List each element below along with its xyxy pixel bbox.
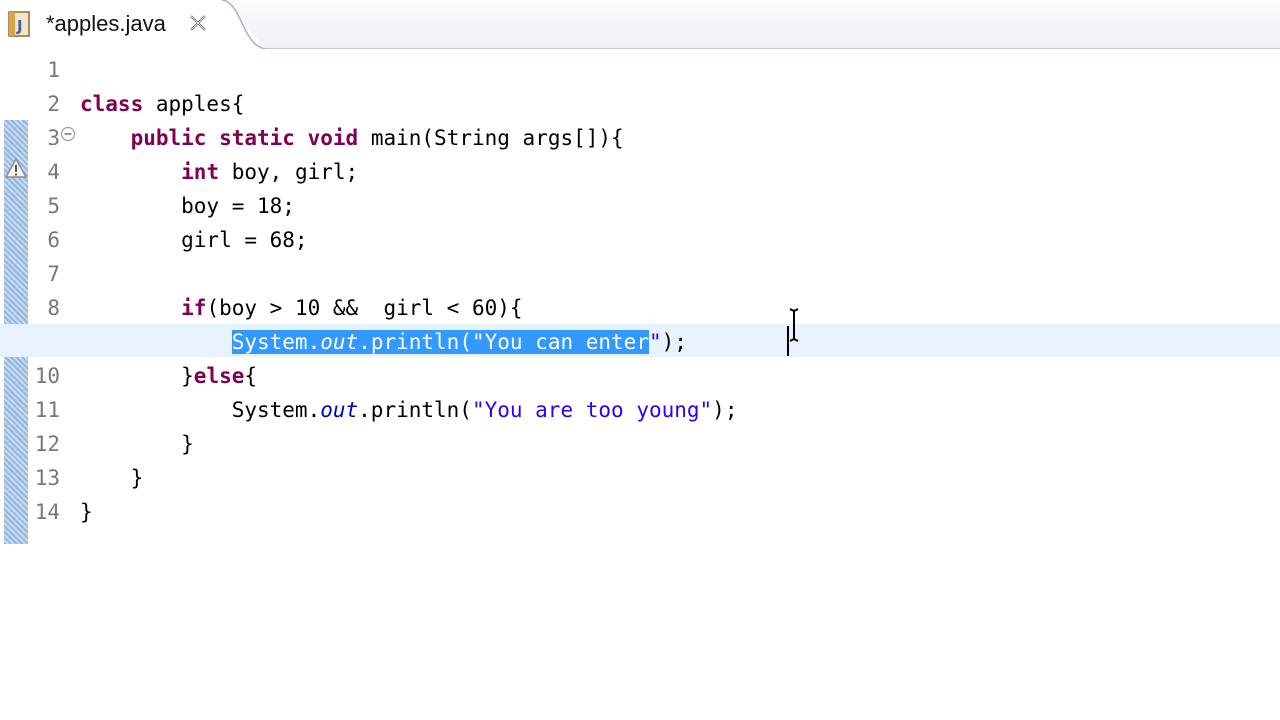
line-number: 2 <box>47 92 60 116</box>
code-token: System. <box>231 330 321 354</box>
code-text-area[interactable]: class apples{ public static void main(St… <box>0 49 1280 720</box>
code-token: } <box>80 466 144 490</box>
code-token: void <box>307 126 359 150</box>
code-token: System. <box>80 398 321 422</box>
code-token: static <box>219 126 295 150</box>
code-token: if <box>181 296 207 320</box>
line-number: 8 <box>47 296 60 320</box>
code-token: public <box>130 126 207 150</box>
ibeam-cursor-icon <box>789 308 799 342</box>
line-number: 12 <box>34 432 60 456</box>
code-line[interactable]: } <box>80 427 194 461</box>
close-icon[interactable] <box>186 11 210 35</box>
code-token: " <box>648 330 662 354</box>
line-number: 7 <box>47 262 60 286</box>
code-token: } <box>80 500 93 524</box>
collapse-icon[interactable] <box>60 126 76 142</box>
warning-icon[interactable] <box>5 157 27 179</box>
code-token: } <box>80 364 194 388</box>
line-number: 11 <box>34 398 60 422</box>
code-token: ); <box>712 398 738 422</box>
code-token: int <box>181 160 220 184</box>
code-line[interactable]: class apples{ <box>80 87 244 121</box>
line-number-gutter: 1234567891011121314 <box>30 49 62 720</box>
line-number: 10 <box>34 364 60 388</box>
line-number: 1 <box>47 58 60 82</box>
code-token: { <box>244 364 258 388</box>
java-file-icon: J <box>8 11 30 37</box>
vertical-ruler <box>0 49 30 720</box>
code-line[interactable]: } <box>80 461 144 495</box>
code-token: (boy > 10 && girl < 60){ <box>206 296 523 320</box>
svg-text:J: J <box>16 17 23 35</box>
code-token: class <box>80 92 144 116</box>
code-token: boy, girl; <box>219 160 359 184</box>
line-number: 3 <box>47 126 60 150</box>
tab-edge <box>221 0 267 49</box>
line-number: 6 <box>47 228 60 252</box>
code-line[interactable]: if(boy > 10 && girl < 60){ <box>80 291 523 325</box>
code-token: girl = 68; <box>80 228 308 252</box>
code-token: apples{ <box>143 92 245 116</box>
code-line[interactable]: System.out.println("You are too young"); <box>80 393 738 427</box>
line-number: 13 <box>34 466 60 490</box>
code-line[interactable]: boy = 18; <box>80 189 295 223</box>
code-token: "You are too young" <box>471 398 713 422</box>
code-line[interactable]: int boy, girl; <box>80 155 358 189</box>
code-line[interactable]: System.out.println("You can enter"); <box>80 325 687 359</box>
code-token: ); <box>661 330 687 354</box>
tab-title[interactable]: *apples.java <box>46 10 166 38</box>
line-number: 4 <box>47 160 60 184</box>
code-token: .println( <box>358 330 472 354</box>
code-token: } <box>80 432 194 456</box>
code-line[interactable]: public static void main(String args[]){ <box>80 121 624 155</box>
code-line[interactable]: } <box>80 495 93 529</box>
code-line[interactable]: girl = 68; <box>80 223 308 257</box>
code-token: "You can enter <box>471 330 649 354</box>
code-line[interactable]: }else{ <box>80 359 257 393</box>
code-token: else <box>193 364 245 388</box>
code-token: boy = 18; <box>80 194 295 218</box>
editor-tab-bar: J *apples.java <box>0 0 1280 49</box>
code-token: main(String args[]){ <box>358 126 624 150</box>
line-number: 14 <box>34 500 60 524</box>
code-editor[interactable]: 1234567891011121314 class apples{ public… <box>0 49 1280 720</box>
code-token: out <box>320 398 359 422</box>
code-token: .println( <box>358 398 472 422</box>
line-number: 5 <box>47 194 60 218</box>
code-token: out <box>320 330 359 354</box>
